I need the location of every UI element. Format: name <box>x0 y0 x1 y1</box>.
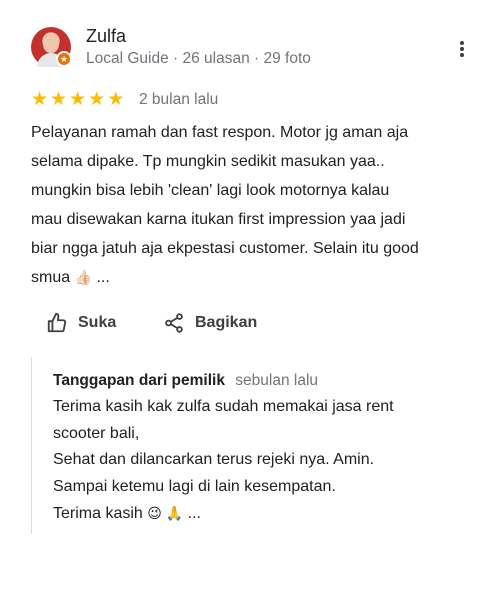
owner-response-last-line: Terima kasih 😉 🙏 ... <box>53 500 471 528</box>
owner-response-line: Terima kasih kak zulfa sudah memakai jas… <box>53 398 394 415</box>
review-text: Pelayanan ramah dan fast respon. Motor j… <box>31 118 481 292</box>
owner-response-line: Sampai ketemu lagi di lain kesempatan. <box>53 477 336 495</box>
read-more-link[interactable]: ... <box>96 269 109 286</box>
owner-response-time: sebulan lalu <box>235 372 319 389</box>
review-line: biar ngga jatuh aja ekpestasi customer. … <box>31 240 419 257</box>
star-rating: ★ ★ ★ ★ ★ <box>31 89 124 111</box>
thumbs-up-emoji: 👍🏻 <box>74 269 93 285</box>
share-button[interactable]: Bagikan <box>163 310 257 336</box>
owner-response-header: Tanggapan dari pemilik sebulan lalu <box>53 368 471 394</box>
star-icon: ★ <box>88 89 106 110</box>
like-label: Suka <box>78 314 117 331</box>
share-icon <box>165 313 183 333</box>
star-icon: ★ <box>107 89 125 110</box>
review-line: mau disewakan karna itukan first impress… <box>31 211 406 228</box>
review-line: selama dipake. Tp mungkin sedikit masuka… <box>31 153 385 170</box>
reviewer-name[interactable]: Zulfa <box>86 26 126 47</box>
owner-response-title: Tanggapan dari pemilik <box>53 372 225 389</box>
owner-response-line: scooter bali, <box>53 424 140 442</box>
review-line: mungkin bisa lebih 'clean' lagi look mot… <box>31 182 390 199</box>
star-icon: ★ <box>69 89 87 110</box>
owner-response-line: Terima kasih <box>53 505 143 522</box>
review-line: smua <box>31 269 71 286</box>
review-line: Pelayanan ramah dan fast respon. Motor j… <box>31 124 409 141</box>
star-icon: ★ <box>31 89 49 110</box>
more-vert-icon[interactable] <box>452 38 472 60</box>
review-card: ★ Zulfa Local Guide · 26 ulasan · 29 fot… <box>0 0 500 603</box>
review-time: 2 bulan lalu <box>139 91 219 108</box>
owner-response-line: Sehat dan dilancarkan terus rejeki nya. … <box>53 451 375 468</box>
star-icon: ★ <box>50 89 68 110</box>
owner-response: Tanggapan dari pemilik sebulan lalu Teri… <box>31 357 471 534</box>
thumb-up-icon <box>47 312 67 333</box>
review-line-last: smua 👍🏻 ... <box>31 263 481 292</box>
local-guide-badge-icon: ★ <box>56 51 72 67</box>
response-read-more-link[interactable]: ... <box>188 505 201 522</box>
response-emoji: 😉 🙏 <box>147 505 184 521</box>
reviewer-meta: Local Guide · 26 ulasan · 29 foto <box>86 50 311 67</box>
like-button[interactable]: Suka <box>46 310 116 336</box>
share-label: Bagikan <box>195 314 258 331</box>
